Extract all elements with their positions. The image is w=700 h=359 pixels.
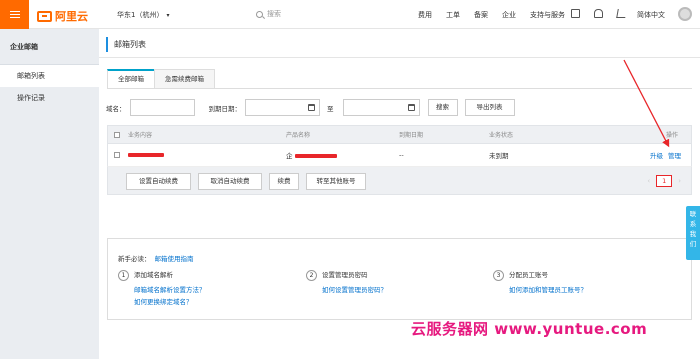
avatar[interactable] — [678, 7, 692, 21]
global-search[interactable]: 搜索 — [256, 9, 281, 19]
step-number: 1 — [118, 269, 129, 281]
language-switch[interactable]: 简体中文 — [637, 10, 665, 20]
cancel-auto-renew-button[interactable]: 取消自动续费 — [198, 173, 262, 190]
calendar-icon[interactable] — [308, 104, 315, 111]
tab-underline — [107, 88, 692, 89]
sidebar-item-mailbox-list[interactable]: 邮箱列表 — [0, 65, 99, 87]
contact-us-label: 联系我们 — [689, 210, 697, 248]
filter-bar: 域名： 到期日期： 至 搜索 导出列表 — [106, 99, 515, 116]
next-page-icon[interactable]: › — [678, 177, 681, 185]
renew-button[interactable]: 续费 — [269, 173, 299, 190]
divider — [99, 57, 700, 58]
upgrade-link[interactable]: 升级 — [650, 150, 663, 160]
col-header-status: 业务状态 — [489, 132, 514, 139]
guide-title: 新手必读： 邮箱使用指南 — [118, 253, 194, 263]
guide-step-1: 1 添加域名解析 邮箱域名解析设置方法？ 如何更换绑定域名？ — [118, 269, 206, 306]
row-checkbox[interactable] — [114, 152, 120, 158]
calendar-icon[interactable] — [407, 104, 415, 111]
toolbar-icons — [571, 9, 640, 18]
col-header-actions: 操作 — [666, 132, 679, 139]
search-icon — [256, 10, 263, 18]
tab-all-mailboxes[interactable]: 全部邮箱 — [107, 69, 155, 89]
nav-icp[interactable]: 备案 — [474, 10, 488, 20]
sidebar: 企业邮箱 邮箱列表 操作记录 — [0, 29, 99, 359]
caret-down-icon: ▾ — [166, 12, 170, 19]
table-footer: 设置自动续费 取消自动续费 续费 转至其他账号 ‹ 1 › — [107, 167, 692, 195]
bell-icon[interactable] — [594, 9, 603, 18]
step-help-link[interactable]: 邮箱域名解析设置方法？ — [134, 284, 206, 294]
guide-link[interactable]: 邮箱使用指南 — [155, 255, 194, 263]
domain-label: 域名： — [106, 104, 126, 113]
region-selector[interactable]: 华东1（杭州） ▾ — [117, 10, 169, 20]
step-number: 2 — [306, 269, 317, 281]
to-label: 至 — [327, 104, 334, 113]
mailbox-table: 业务内容 产品名称 到期日期 业务状态 操作 企 -- 未到期 升级 管理 设置… — [107, 125, 692, 195]
monitor-icon[interactable] — [571, 9, 580, 18]
row-content — [128, 151, 164, 159]
nav-fees[interactable]: 费用 — [418, 10, 432, 20]
step-help-link[interactable]: 如何设置管理员密码？ — [322, 284, 387, 294]
main-content: 邮箱列表 全部邮箱 急需续费邮箱 域名： 到期日期： 至 搜索 导出列表 业务内… — [99, 29, 700, 359]
brand-name: 阿里云 — [55, 10, 88, 23]
enable-auto-renew-button[interactable]: 设置自动续费 — [126, 173, 191, 190]
batch-actions: 设置自动续费 取消自动续费 续费 转至其他账号 — [126, 173, 373, 190]
expire-date-label: 到期日期： — [208, 104, 242, 113]
start-date-input[interactable] — [245, 99, 320, 116]
step-help-link[interactable]: 如何更换绑定域名？ — [134, 296, 193, 306]
tab-renewal-needed[interactable]: 急需续费邮箱 — [154, 69, 215, 89]
hamburger-icon — [9, 13, 20, 16]
step-number: 3 — [493, 269, 504, 281]
sidebar-item-operation-log[interactable]: 操作记录 — [0, 87, 99, 109]
col-header-expire: 到期日期 — [399, 132, 424, 139]
select-all-checkbox[interactable] — [114, 131, 120, 138]
prev-page-icon[interactable]: ‹ — [647, 177, 650, 185]
end-date-input[interactable] — [342, 99, 420, 116]
search-placeholder: 搜索 — [267, 10, 281, 18]
redacted-mark — [294, 154, 337, 158]
tab-bar: 全部邮箱 急需续费邮箱 — [107, 69, 215, 89]
watermark: 云服务器网 www.yuntue.com — [411, 320, 648, 338]
transfer-account-button[interactable]: 转至其他账号 — [306, 173, 366, 190]
aliyun-logo-icon — [37, 10, 52, 22]
col-header-content: 业务内容 — [128, 132, 153, 139]
row-expire: -- — [399, 151, 404, 159]
step-title: 分配员工账号 — [509, 271, 548, 279]
table-row: 企 -- 未到期 升级 管理 — [107, 144, 692, 167]
step-title: 设置管理员密码 — [322, 271, 368, 279]
cart-icon[interactable] — [616, 9, 627, 18]
page-title: 邮箱列表 — [106, 37, 146, 52]
nav-enterprise[interactable]: 企业 — [502, 10, 516, 20]
page-number[interactable]: 1 — [656, 175, 673, 187]
manage-link[interactable]: 管理 — [668, 150, 681, 160]
col-header-product: 产品名称 — [286, 132, 311, 139]
export-list-button[interactable]: 导出列表 — [464, 99, 515, 116]
guide-step-2: 2 设置管理员密码 如何设置管理员密码？ — [306, 269, 387, 294]
domain-input[interactable] — [129, 99, 195, 116]
contact-us-tab[interactable]: 联系我们 — [686, 206, 700, 260]
pagination: ‹ 1 › — [647, 175, 681, 187]
guide-title-text: 新手必读： — [118, 255, 151, 263]
step-help-link[interactable]: 如何添加和管理员工账号？ — [509, 284, 587, 294]
row-status: 未到期 — [489, 152, 509, 160]
table-header: 业务内容 产品名称 到期日期 业务状态 操作 — [107, 125, 692, 144]
redacted-mark — [128, 153, 164, 157]
region-label: 华东1（杭州） — [117, 11, 164, 19]
beginner-guide: 新手必读： 邮箱使用指南 1 添加域名解析 邮箱域名解析设置方法？ 如何更换绑定域名… — [107, 238, 692, 320]
step-title: 添加域名解析 — [134, 271, 173, 279]
nav-support[interactable]: 支持与服务 — [530, 10, 565, 20]
sidebar-title: 企业邮箱 — [0, 29, 99, 65]
aliyun-logo[interactable]: 阿里云 — [37, 8, 88, 24]
nav-tickets[interactable]: 工单 — [446, 10, 460, 20]
top-navbar: 阿里云 华东1（杭州） ▾ 搜索 费用 工单 备案 企业 支持与服务 简体中文 — [0, 0, 700, 29]
row-product: 企 — [286, 150, 337, 160]
top-nav-links: 费用 工单 备案 企业 支持与服务 — [418, 10, 579, 20]
row-product-text: 企 — [286, 152, 293, 160]
guide-step-3: 3 分配员工账号 如何添加和管理员工账号？ — [493, 269, 587, 294]
search-button[interactable]: 搜索 — [427, 99, 458, 116]
menu-button[interactable] — [0, 0, 29, 29]
